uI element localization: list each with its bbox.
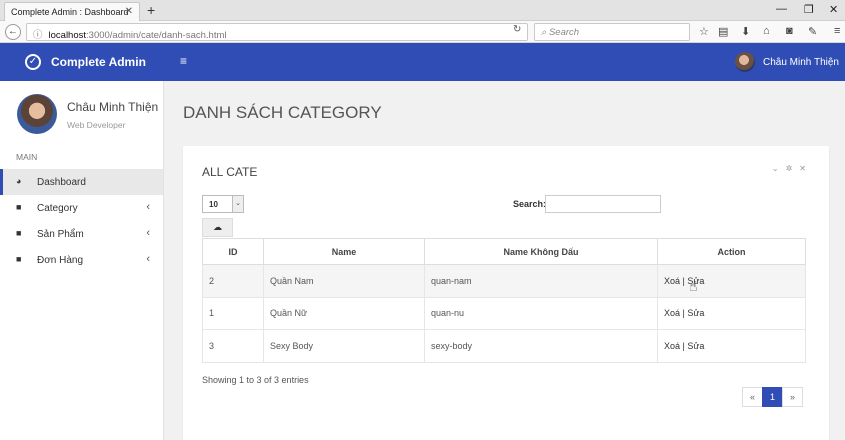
search-label: Search: (513, 199, 547, 209)
sidebar-item-san-pham[interactable]: ■ Sản Phẩm ‹ (0, 221, 163, 247)
cell-name: Quần Nam (263, 264, 425, 298)
header-user-name[interactable]: Châu Minh Thiện (763, 57, 839, 68)
download-icon[interactable]: ⬇ (741, 25, 750, 38)
sidebar-item-label: Category (37, 203, 78, 214)
sidebar-section-label: MAIN (16, 152, 38, 162)
url-host: localhost (48, 30, 87, 41)
new-tab-button[interactable]: + (147, 2, 155, 18)
chevron-down-icon: ⌄ (232, 196, 243, 212)
dashboard-icon: ◕ (16, 176, 22, 186)
url-bar[interactable]: ⓘ localhost:3000/admin/cate/danh-sach.htm… (26, 23, 528, 41)
category-panel: ALL CATE ⌄✲✕ 10 ⌄ Search: ☁ ID Name Name… (183, 146, 829, 440)
table-row: 1 Quần Nữ quan-nu Xoá | Sửa (202, 296, 806, 330)
cell-slug: quan-nu (424, 296, 658, 330)
profile-name: Châu Minh Thiện (67, 100, 159, 114)
column-header-action[interactable]: Action (657, 238, 806, 265)
browser-search-input[interactable]: ⌕ Search (534, 23, 690, 41)
cell-action-links[interactable]: Xoá | Sửa (657, 329, 806, 363)
sidebar-item-don-hang[interactable]: ■ Đơn Hàng ‹ (0, 247, 163, 273)
table-row: 2 Quần Nam quan-nam Xoá | Sửa (202, 264, 806, 298)
table-header-row: ID Name Name Không Dấu Action (202, 238, 806, 265)
search-placeholder: Search (548, 27, 580, 38)
cell-slug: quan-nam (424, 264, 658, 298)
browser-tab-bar: Complete Admin : Dashboard ✕ + — ❐ ✕ (0, 0, 845, 21)
header-avatar[interactable] (735, 52, 755, 72)
minimize-icon[interactable]: — (776, 3, 787, 15)
page-length-value: 10 (209, 200, 218, 209)
cell-action-links[interactable]: Xoá | Sửa (657, 296, 806, 330)
table-info: Showing 1 to 3 of 3 entries (202, 375, 309, 385)
profile-role: Web Developer (67, 120, 126, 130)
window-close-icon[interactable]: ✕ (829, 3, 838, 16)
cell-id: 2 (202, 264, 264, 298)
check-circle-icon: ✓ (25, 54, 41, 70)
sidebar-item-label: Sản Phẩm (37, 229, 84, 240)
briefcase-icon: ■ (16, 228, 22, 238)
cell-id: 1 (202, 296, 264, 330)
profile-avatar (17, 94, 57, 134)
page-title: DANH SÁCH CATEGORY (183, 103, 382, 122)
browser-nav-bar: ← ⓘ localhost:3000/admin/cate/danh-sach.h… (0, 21, 845, 43)
sidebar-item-dashboard[interactable]: ◕ Dashboard (0, 169, 163, 195)
tab-title: Complete Admin : Dashboard (11, 7, 129, 17)
panel-title: ALL CATE (202, 165, 258, 179)
back-arrow-icon[interactable]: ← (5, 24, 21, 40)
table-search-input[interactable] (545, 195, 661, 213)
reading-list-icon[interactable]: ▤ (718, 25, 728, 38)
pocket-icon[interactable]: ◙ (786, 25, 793, 37)
cloud-download-button[interactable]: ☁ (202, 218, 233, 237)
pagination: « 1 » (742, 387, 803, 407)
chevron-left-icon: ‹ (146, 227, 150, 239)
app-header: ✓ Complete Admin ≡ Châu Minh Thiện (0, 43, 845, 81)
sidebar-item-label: Dashboard (37, 177, 86, 188)
extension-icon[interactable]: ✎ (808, 25, 817, 38)
table-row: 3 Sexy Body sexy-body Xoá | Sửa (202, 329, 806, 363)
pagination-page[interactable]: 1 (762, 387, 783, 407)
chevron-left-icon: ‹ (146, 201, 150, 213)
info-icon[interactable]: ⓘ (33, 30, 43, 41)
briefcase-icon: ■ (16, 254, 22, 264)
browser-tab[interactable]: Complete Admin : Dashboard ✕ (4, 2, 140, 21)
tab-close-icon[interactable]: ✕ (125, 6, 133, 17)
home-icon[interactable]: ⌂ (763, 25, 770, 37)
url-path: :3000/admin/cate/danh-sach.html (86, 30, 227, 41)
column-header-id[interactable]: ID (202, 238, 264, 265)
restore-icon[interactable]: ❐ (804, 3, 814, 16)
hand-cursor-icon: ☝ (689, 278, 698, 294)
category-table: ID Name Name Không Dấu Action 2 Quần Nam… (202, 238, 806, 363)
page-length-select[interactable]: 10 ⌄ (202, 195, 244, 213)
panel-tools-icons[interactable]: ⌄✲✕ (772, 164, 813, 173)
cell-action-links[interactable]: Xoá | Sửa (657, 264, 806, 298)
brand-title[interactable]: Complete Admin (51, 55, 146, 69)
pagination-next[interactable]: » (782, 387, 803, 407)
hamburger-menu-icon[interactable]: ≡ (180, 54, 187, 68)
cell-name: Quần Nữ (263, 296, 425, 330)
briefcase-icon: ■ (16, 202, 22, 212)
cell-name: Sexy Body (263, 329, 425, 363)
column-header-slug[interactable]: Name Không Dấu (424, 238, 658, 265)
sidebar-item-category[interactable]: ■ Category ‹ (0, 195, 163, 221)
pagination-prev[interactable]: « (742, 387, 763, 407)
column-header-name[interactable]: Name (263, 238, 425, 265)
browser-menu-icon[interactable]: ≡ (834, 25, 840, 37)
cell-slug: sexy-body (424, 329, 658, 363)
cell-id: 3 (202, 329, 264, 363)
sidebar: Châu Minh Thiện Web Developer MAIN ◕ Das… (0, 81, 164, 440)
bookmark-star-icon[interactable]: ☆ (699, 25, 709, 38)
sidebar-item-label: Đơn Hàng (37, 255, 84, 266)
reload-icon[interactable]: ↻ (513, 24, 521, 35)
chevron-left-icon: ‹ (146, 253, 150, 265)
